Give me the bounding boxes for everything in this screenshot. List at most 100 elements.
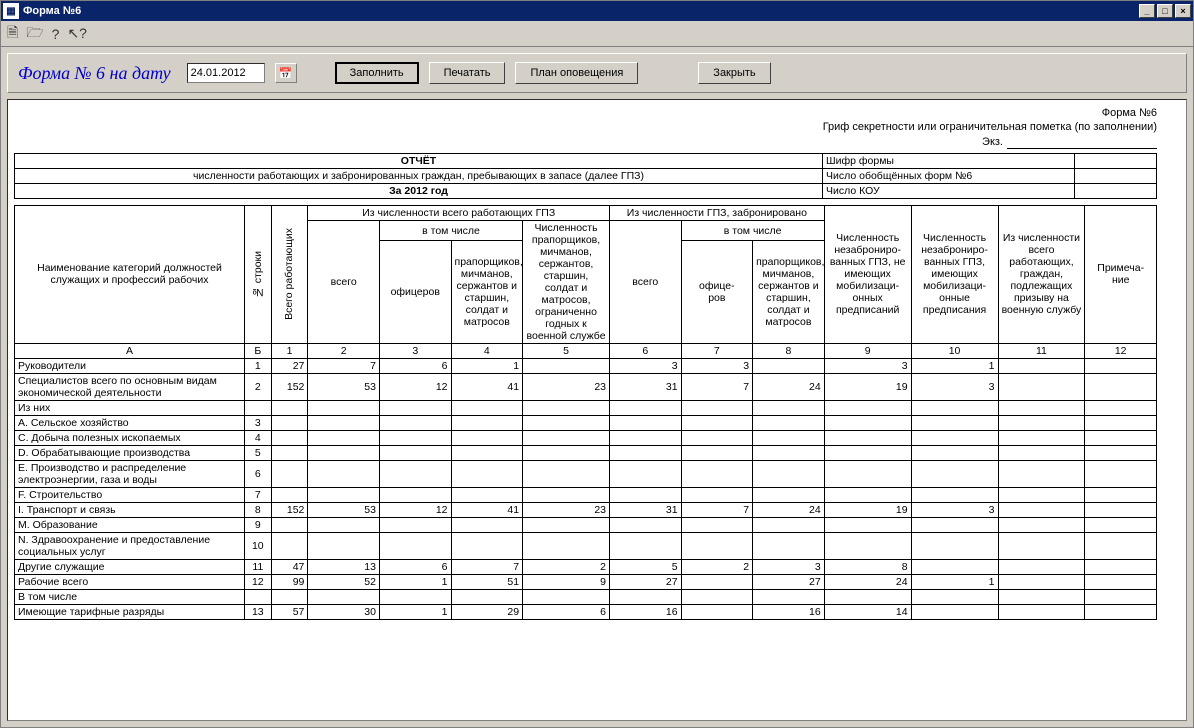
table-row[interactable]: D. Обрабатывающие производства5 xyxy=(15,445,1157,460)
cell xyxy=(998,400,1085,415)
cell xyxy=(379,415,451,430)
cell xyxy=(308,487,380,502)
cell xyxy=(523,358,610,373)
cell xyxy=(379,487,451,502)
pointer-icon[interactable]: ↖? xyxy=(67,25,87,42)
cell xyxy=(911,400,998,415)
cell xyxy=(1085,559,1157,574)
cell xyxy=(523,517,610,532)
cell: 31 xyxy=(610,373,682,400)
cell xyxy=(824,460,911,487)
table-row[interactable]: Специалистов всего по основным видам эко… xyxy=(15,373,1157,400)
cell: 1 xyxy=(379,574,451,589)
cell: 7 xyxy=(308,358,380,373)
col-9: 9 xyxy=(824,343,911,358)
hdr-limited: Численность прапорщиков, мичманов, сержа… xyxy=(523,220,610,343)
kou-label: Число КОУ xyxy=(823,183,1075,198)
maximize-button[interactable]: □ xyxy=(1157,4,1173,18)
row-no xyxy=(245,400,272,415)
cell xyxy=(998,532,1085,559)
cell xyxy=(271,460,308,487)
shifr-value xyxy=(1075,153,1157,168)
cell: 16 xyxy=(610,604,682,619)
cell: 152 xyxy=(271,373,308,400)
table-row[interactable]: Рабочие всего12995215192727241 xyxy=(15,574,1157,589)
cell xyxy=(271,445,308,460)
row-no: 8 xyxy=(245,502,272,517)
cell xyxy=(610,487,682,502)
cell xyxy=(451,445,523,460)
minimize-button[interactable]: _ xyxy=(1139,4,1155,18)
cell xyxy=(1085,460,1157,487)
plan-button[interactable]: План оповещения xyxy=(515,62,638,84)
hdr-name: Наименование категорий должностей служащ… xyxy=(15,205,245,343)
row-no: 12 xyxy=(245,574,272,589)
table-row[interactable]: I. Транспорт и связь81525312412331724193 xyxy=(15,502,1157,517)
cell xyxy=(1085,589,1157,604)
cell xyxy=(308,445,380,460)
table-row[interactable]: Руководители1277613331 xyxy=(15,358,1157,373)
calendar-button[interactable]: 📅 xyxy=(275,63,297,83)
open-icon[interactable]: 🗁 xyxy=(26,22,43,46)
cell: 27 xyxy=(753,574,825,589)
report-year: За 2012 год xyxy=(15,183,823,198)
cell: 41 xyxy=(451,502,523,517)
help-icon[interactable]: ? xyxy=(52,26,60,42)
table-row[interactable]: F. Строительство7 xyxy=(15,487,1157,502)
cell: 2 xyxy=(681,559,753,574)
cell xyxy=(379,460,451,487)
cell: 1 xyxy=(379,604,451,619)
date-input[interactable] xyxy=(187,63,265,83)
cell xyxy=(610,532,682,559)
cell xyxy=(681,400,753,415)
col-5: 5 xyxy=(523,343,610,358)
hdr-total: Всего работающих xyxy=(271,205,308,343)
table-row[interactable]: N. Здравоохранение и предоставление соци… xyxy=(15,532,1157,559)
row-no: 5 xyxy=(245,445,272,460)
table-row[interactable]: A. Сельское хозяйство3 xyxy=(15,415,1157,430)
print-button[interactable]: Печатать xyxy=(429,62,506,84)
cell xyxy=(1085,502,1157,517)
cell xyxy=(1085,517,1157,532)
cell xyxy=(681,415,753,430)
cell: 6 xyxy=(523,604,610,619)
table-row[interactable]: M. Образование9 xyxy=(15,517,1157,532)
table-row[interactable]: Из них xyxy=(15,400,1157,415)
cell xyxy=(308,400,380,415)
cell xyxy=(911,430,998,445)
close-button[interactable]: × xyxy=(1175,4,1191,18)
table-row[interactable]: C. Добыча полезных ископаемых4 xyxy=(15,430,1157,445)
ekz-line xyxy=(1007,137,1157,149)
document-area[interactable]: Форма №6 Гриф секретности или ограничите… xyxy=(7,99,1187,721)
hdr-nez-no: Численность незаброниро- ванных ГПЗ, не … xyxy=(824,205,911,343)
row-name: I. Транспорт и связь xyxy=(15,502,245,517)
count6-label: Число обобщённых форм №6 xyxy=(823,168,1075,183)
close-form-button[interactable]: Закрыть xyxy=(698,62,770,84)
cell: 3 xyxy=(911,502,998,517)
cell xyxy=(610,445,682,460)
hdr-prizyv: Из численности всего работающих, граждан… xyxy=(998,205,1085,343)
cell xyxy=(610,415,682,430)
save-icon[interactable]: 🗎 xyxy=(7,22,18,46)
table-row[interactable]: В том числе xyxy=(15,589,1157,604)
cell xyxy=(998,559,1085,574)
cell xyxy=(523,415,610,430)
hdr-nez-yes: Численность незаброниро- ванных ГПЗ, име… xyxy=(911,205,998,343)
row-no: 4 xyxy=(245,430,272,445)
cell: 29 xyxy=(451,604,523,619)
cell xyxy=(451,460,523,487)
cell: 57 xyxy=(271,604,308,619)
panel-title: Форма № 6 на дату xyxy=(18,63,177,84)
cell xyxy=(308,517,380,532)
col-8: 8 xyxy=(753,343,825,358)
cell xyxy=(824,445,911,460)
fill-button[interactable]: Заполнить xyxy=(335,62,419,84)
cell xyxy=(911,532,998,559)
table-row[interactable]: Другие служащие1147136725238 xyxy=(15,559,1157,574)
app-icon: ▦ xyxy=(3,3,19,19)
cell xyxy=(753,589,825,604)
table-row[interactable]: E. Производство и распределение электроэ… xyxy=(15,460,1157,487)
cell xyxy=(681,604,753,619)
cell: 1 xyxy=(911,574,998,589)
table-row[interactable]: Имеющие тарифные разряды1357301296161614 xyxy=(15,604,1157,619)
